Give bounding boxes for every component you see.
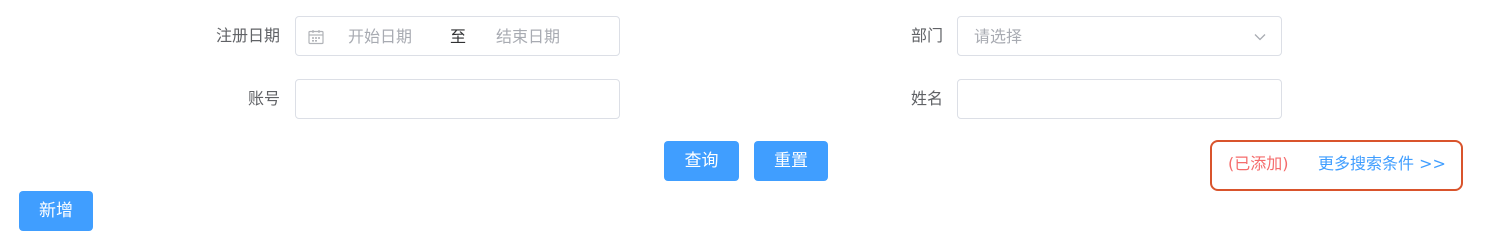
calendar-icon <box>308 30 324 45</box>
query-button[interactable]: 查询 <box>664 141 739 181</box>
added-indicator: (已添加) <box>1228 154 1289 173</box>
date-range-separator: 至 <box>450 27 467 46</box>
end-date-input[interactable]: 结束日期 <box>496 27 560 47</box>
more-search-highlight: (已添加) 更多搜索条件 >> <box>1210 140 1463 191</box>
reset-button[interactable]: 重置 <box>754 141 828 181</box>
department-select-placeholder: 请选择 <box>974 27 1023 46</box>
register-date-label: 注册日期 <box>215 26 280 45</box>
more-search-link[interactable]: 更多搜索条件 >> <box>1318 154 1446 174</box>
department-label: 部门 <box>910 26 943 45</box>
start-date-input[interactable]: 开始日期 <box>348 27 412 47</box>
department-select[interactable]: 请选择 <box>957 16 1282 56</box>
chevron-down-icon <box>1254 34 1266 41</box>
account-label: 账号 <box>247 89 280 108</box>
register-date-range-picker[interactable]: 开始日期 至 结束日期 <box>295 16 620 56</box>
name-label: 姓名 <box>910 89 943 108</box>
add-button[interactable]: 新增 <box>19 191 93 231</box>
name-input[interactable] <box>957 79 1282 119</box>
account-input[interactable] <box>295 79 620 119</box>
